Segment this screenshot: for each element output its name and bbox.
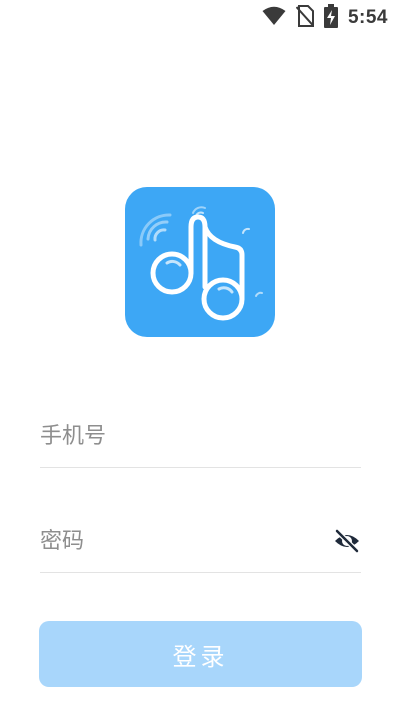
- eye-off-icon[interactable]: [333, 527, 361, 555]
- phone-input[interactable]: [40, 416, 310, 456]
- music-note-wireless-icon: [139, 206, 263, 321]
- wifi-icon: [262, 6, 286, 30]
- status-icons: 5:54: [262, 4, 388, 32]
- login-button-label: 登录: [172, 642, 229, 671]
- app-logo: [125, 187, 275, 337]
- status-bar: 5:54: [0, 0, 400, 36]
- login-screen: 5:54 手机号 登录: [0, 0, 400, 710]
- status-time: 5:54: [347, 7, 388, 28]
- battery-charging-icon: [323, 4, 338, 32]
- phone-field: [40, 405, 361, 468]
- no-sim-icon: [295, 5, 315, 31]
- password-field: [40, 510, 361, 573]
- login-button[interactable]: 登录: [39, 621, 362, 687]
- password-input[interactable]: [40, 521, 310, 561]
